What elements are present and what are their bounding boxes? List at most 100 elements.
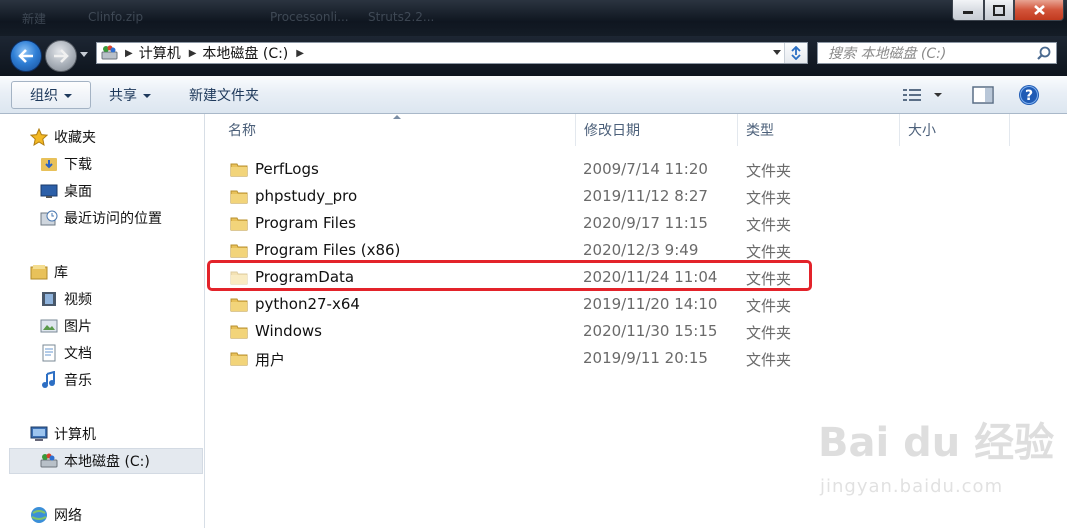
ghost-tab: Struts2.2... (368, 10, 435, 24)
nav-music[interactable]: 音乐 (40, 367, 92, 393)
share-label: 共享 (109, 88, 137, 104)
nav-label: 图片 (64, 319, 92, 335)
breadcrumb-local-disk[interactable]: 本地磁盘 (C:) (202, 43, 288, 63)
file-name: python27-x64 (255, 295, 360, 313)
arrow-right-icon (54, 49, 69, 63)
nav-label: 收藏夹 (54, 130, 96, 146)
folder-icon (230, 325, 248, 339)
video-icon (40, 290, 58, 308)
address-dropdown[interactable] (773, 50, 781, 55)
nav-label: 下载 (64, 157, 92, 173)
file-date: 2020/11/30 15:15 (583, 322, 718, 340)
music-icon (40, 371, 58, 389)
file-name: Program Files (x86) (255, 241, 401, 259)
file-row[interactable]: 用户 2019/9/11 20:15 文件夹 (206, 345, 1067, 372)
file-date: 2019/9/11 20:15 (583, 349, 708, 367)
breadcrumb-separator[interactable]: ▶ (296, 48, 304, 59)
minimize-icon (963, 11, 973, 14)
folder-icon (230, 244, 248, 258)
file-type: 文件夹 (746, 297, 792, 315)
file-row[interactable]: python27-x64 2019/11/20 14:10 文件夹 (206, 291, 1067, 318)
file-type: 文件夹 (746, 162, 792, 180)
organize-label: 组织 (30, 88, 58, 104)
nav-label: 音乐 (64, 373, 92, 389)
nav-label: 视频 (64, 292, 92, 308)
column-header-type[interactable]: 类型 (738, 114, 900, 146)
close-icon (1033, 5, 1045, 15)
nav-label: 网络 (54, 508, 82, 524)
watermark-logo: Bai du 经验 (818, 420, 1055, 466)
file-row[interactable]: Program Files 2020/9/17 11:15 文件夹 (206, 210, 1067, 237)
back-button[interactable] (10, 40, 42, 72)
highlight-annotation (207, 260, 812, 291)
nav-label: 计算机 (54, 427, 96, 443)
column-header-size[interactable]: 大小 (900, 114, 1010, 146)
file-name: PerfLogs (255, 160, 319, 178)
search-icon[interactable] (1037, 46, 1051, 60)
search-input[interactable] (826, 44, 1030, 64)
file-date: 2019/11/12 8:27 (583, 187, 708, 205)
new-folder-label: 新建文件夹 (189, 88, 259, 104)
details-view-icon (903, 89, 921, 101)
history-dropdown[interactable] (80, 52, 88, 57)
file-name: Windows (255, 322, 322, 340)
folder-icon (230, 190, 248, 204)
column-header-name[interactable]: 名称 (220, 114, 576, 146)
nav-network[interactable]: 网络 (30, 502, 82, 528)
ghost-tab: Processonli... (270, 10, 349, 24)
new-folder-button[interactable]: 新建文件夹 (181, 81, 267, 109)
drive-icon (101, 45, 119, 61)
nav-local-disk[interactable]: 本地磁盘 (C:) (9, 448, 203, 474)
help-button[interactable]: ? (1014, 81, 1044, 109)
nav-pictures[interactable]: 图片 (40, 313, 92, 339)
file-name: 用户 (255, 351, 286, 369)
preview-pane-button[interactable] (968, 81, 998, 109)
recent-places-icon (40, 209, 58, 227)
maximize-button[interactable] (984, 0, 1014, 21)
file-row[interactable]: PerfLogs 2009/7/14 11:20 文件夹 (206, 156, 1067, 183)
organize-button[interactable]: 组织 (11, 81, 91, 109)
breadcrumb-separator[interactable]: ▶ (189, 48, 197, 59)
nav-label: 桌面 (64, 184, 92, 200)
preview-pane-icon (972, 86, 994, 104)
nav-documents[interactable]: 文档 (40, 340, 92, 366)
nav-desktop[interactable]: 桌面 (40, 178, 92, 204)
view-options-button[interactable] (898, 81, 928, 109)
column-header-date[interactable]: 修改日期 (576, 114, 738, 146)
view-dropdown-button[interactable] (930, 81, 946, 109)
search-box[interactable] (817, 42, 1057, 64)
title-bar: 新建 Clinfo.zip Processonli... Struts2.2..… (0, 0, 1067, 36)
nav-label: 文档 (64, 346, 92, 362)
file-date: 2009/7/14 11:20 (583, 160, 708, 178)
folder-icon (230, 217, 248, 231)
breadcrumb-separator[interactable]: ▶ (125, 48, 133, 59)
file-type: 文件夹 (746, 324, 792, 342)
file-row[interactable]: Windows 2020/11/30 15:15 文件夹 (206, 318, 1067, 345)
nav-videos[interactable]: 视频 (40, 286, 92, 312)
breadcrumb-computer[interactable]: 计算机 (139, 43, 181, 63)
navigation-pane: 收藏夹 下载 桌面 最近访问的位置 库 视频 图片 文档 音乐 计算机 本地磁盘… (0, 114, 205, 528)
arrow-left-icon (18, 49, 33, 63)
documents-icon (40, 344, 58, 362)
watermark-url: jingyan.baidu.com (820, 476, 1004, 497)
folder-icon (230, 352, 248, 366)
refresh-button[interactable] (784, 43, 807, 63)
pictures-icon (40, 317, 58, 335)
nav-libraries[interactable]: 库 (30, 259, 68, 285)
nav-favorites[interactable]: 收藏夹 (30, 124, 96, 150)
minimize-button[interactable] (952, 0, 984, 21)
drive-icon (40, 452, 58, 470)
forward-button[interactable] (45, 40, 77, 72)
file-date: 2020/12/3 9:49 (583, 241, 699, 259)
folder-icon (230, 163, 248, 177)
file-name: phpstudy_pro (255, 187, 358, 205)
ghost-tab: 新建 (22, 12, 47, 26)
nav-recent-places[interactable]: 最近访问的位置 (40, 205, 162, 231)
share-button[interactable]: 共享 (101, 81, 159, 109)
nav-downloads[interactable]: 下载 (40, 151, 92, 177)
close-button[interactable] (1014, 0, 1064, 21)
address-bar[interactable]: ▶ 计算机 ▶ 本地磁盘 (C:) ▶ (96, 42, 808, 64)
file-type: 文件夹 (746, 189, 792, 207)
nav-computer[interactable]: 计算机 (30, 421, 96, 447)
file-row[interactable]: phpstudy_pro 2019/11/12 8:27 文件夹 (206, 183, 1067, 210)
